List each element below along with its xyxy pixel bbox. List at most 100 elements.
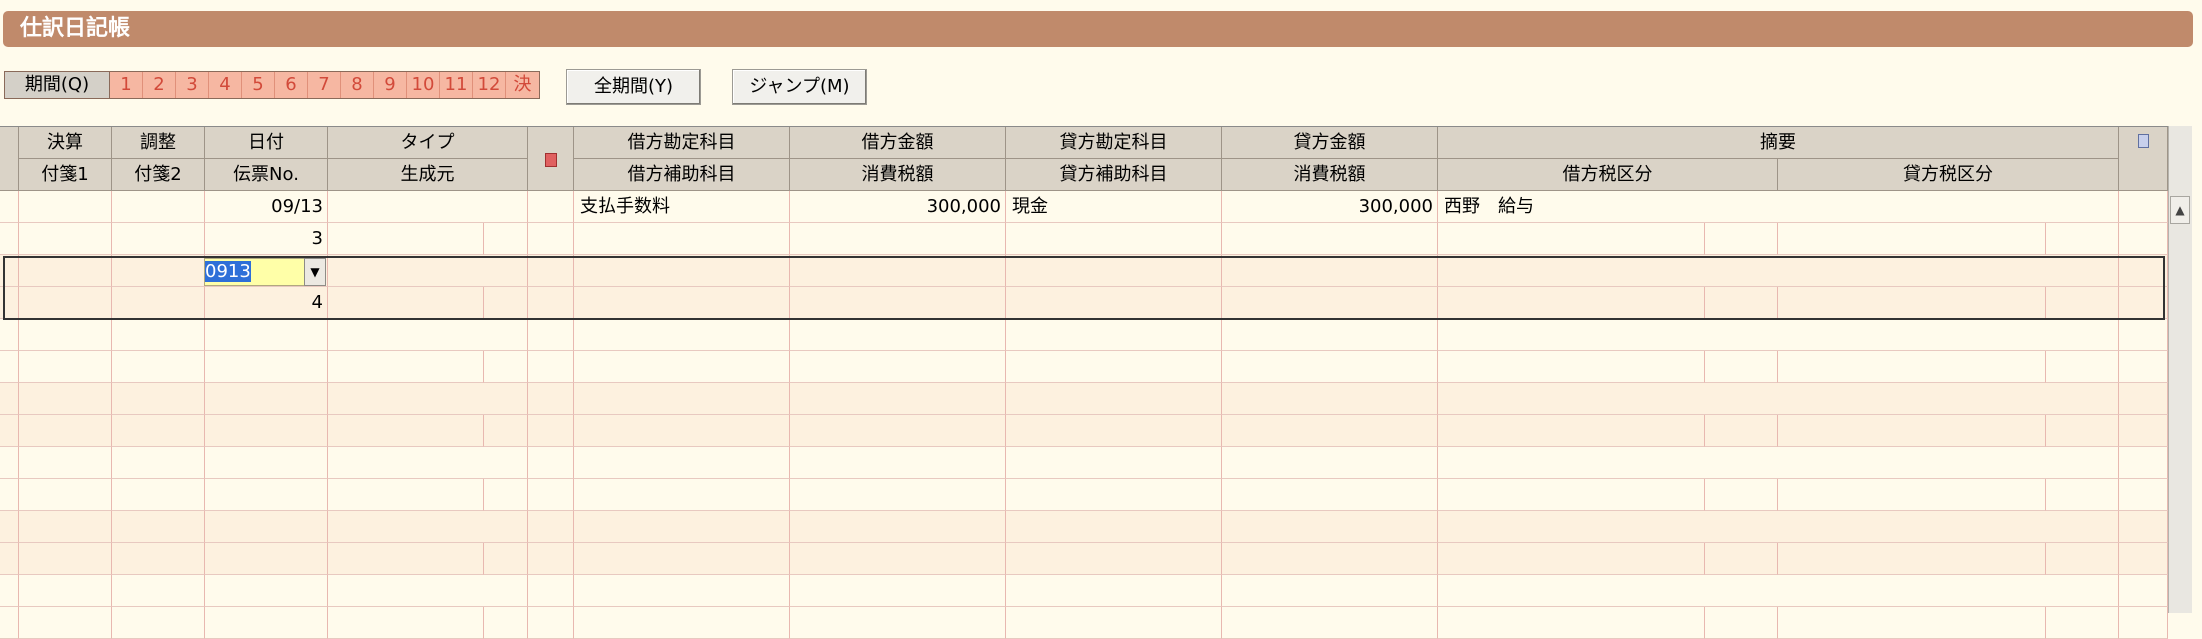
- row-header[interactable]: [0, 543, 19, 575]
- grid-cell[interactable]: [1222, 575, 1438, 607]
- grid-cell[interactable]: [112, 319, 205, 351]
- grid-cell[interactable]: [528, 223, 574, 255]
- grid-cell[interactable]: [2119, 255, 2168, 287]
- grid-cell[interactable]: [790, 447, 1006, 479]
- grid-cell[interactable]: [574, 415, 790, 447]
- grid-cell[interactable]: [2046, 607, 2119, 639]
- grid-cell[interactable]: [1705, 223, 1778, 255]
- grid-cell[interactable]: [1438, 479, 1705, 511]
- row-header[interactable]: [0, 351, 19, 383]
- grid-cell[interactable]: [1438, 447, 2119, 479]
- grid-cell[interactable]: [574, 383, 790, 415]
- grid-cell[interactable]: [574, 511, 790, 543]
- grid-cell[interactable]: [205, 319, 328, 351]
- grid-cell[interactable]: [1222, 511, 1438, 543]
- grid-cell[interactable]: [2119, 479, 2168, 511]
- grid-cell[interactable]: [2046, 351, 2119, 383]
- entry-voucher-no[interactable]: 3: [205, 223, 328, 255]
- grid-cell[interactable]: [1778, 415, 2046, 447]
- grid-cell[interactable]: [205, 543, 328, 575]
- grid-cell[interactable]: [2046, 223, 2119, 255]
- grid-cell[interactable]: [1438, 415, 1705, 447]
- row-header[interactable]: [0, 383, 19, 415]
- period-label-button[interactable]: 期間(Q): [5, 72, 110, 98]
- grid-cell[interactable]: [2046, 479, 2119, 511]
- period-month-2[interactable]: 2: [143, 72, 176, 98]
- grid-cell[interactable]: [790, 287, 1006, 319]
- grid-cell[interactable]: [1778, 479, 2046, 511]
- grid-cell[interactable]: [1778, 607, 2046, 639]
- grid-cell[interactable]: [205, 607, 328, 639]
- row-header[interactable]: [0, 511, 19, 543]
- grid-cell[interactable]: [1438, 543, 1705, 575]
- grid-cell[interactable]: [19, 479, 112, 511]
- grid-cell[interactable]: [112, 543, 205, 575]
- entry-date[interactable]: 09/13: [205, 191, 328, 223]
- grid-cell[interactable]: [574, 223, 790, 255]
- grid-cell[interactable]: [1006, 255, 1222, 287]
- entry-credit-amount[interactable]: 300,000: [1222, 191, 1438, 223]
- row-header[interactable]: [0, 255, 19, 287]
- row-header[interactable]: [0, 447, 19, 479]
- grid-cell[interactable]: [1438, 575, 2119, 607]
- grid-cell[interactable]: [328, 255, 528, 287]
- period-month-1[interactable]: 1: [110, 72, 143, 98]
- grid-cell[interactable]: [1438, 511, 2119, 543]
- grid-cell[interactable]: [2119, 319, 2168, 351]
- grid-cell[interactable]: [1222, 415, 1438, 447]
- grid-cell[interactable]: [205, 479, 328, 511]
- grid-cell[interactable]: [2119, 223, 2168, 255]
- grid-cell[interactable]: [574, 255, 790, 287]
- grid-cell[interactable]: [328, 319, 528, 351]
- grid-cell[interactable]: [1705, 607, 1778, 639]
- grid-cell[interactable]: [484, 415, 528, 447]
- row-header[interactable]: [0, 607, 19, 639]
- grid-cell[interactable]: [1705, 479, 1778, 511]
- period-month-3[interactable]: 3: [176, 72, 209, 98]
- grid-cell[interactable]: [528, 607, 574, 639]
- grid-cell[interactable]: [574, 287, 790, 319]
- grid-cell[interactable]: [1438, 319, 2119, 351]
- grid-cell[interactable]: [2119, 575, 2168, 607]
- grid-cell[interactable]: [328, 287, 484, 319]
- grid-cell[interactable]: [1438, 255, 2119, 287]
- grid-cell[interactable]: [328, 383, 528, 415]
- grid-cell[interactable]: [2119, 607, 2168, 639]
- grid-cell[interactable]: [484, 351, 528, 383]
- grid-cell[interactable]: [2119, 415, 2168, 447]
- grid-cell[interactable]: [19, 543, 112, 575]
- grid-cell[interactable]: [1006, 351, 1222, 383]
- row-header[interactable]: [0, 415, 19, 447]
- entry-credit-account[interactable]: 現金: [1006, 191, 1222, 223]
- grid-cell[interactable]: [1438, 607, 1705, 639]
- grid-cell[interactable]: [1222, 255, 1438, 287]
- grid-cell[interactable]: [1705, 287, 1778, 319]
- row-header[interactable]: [0, 319, 19, 351]
- grid-cell[interactable]: [328, 607, 484, 639]
- grid-cell[interactable]: [1705, 351, 1778, 383]
- grid-cell[interactable]: [1222, 543, 1438, 575]
- grid-cell[interactable]: [528, 319, 574, 351]
- grid-cell[interactable]: [112, 447, 205, 479]
- grid-cell[interactable]: [1438, 223, 1705, 255]
- grid-cell[interactable]: [328, 479, 484, 511]
- grid-cell[interactable]: [2119, 287, 2168, 319]
- grid-cell[interactable]: [19, 351, 112, 383]
- grid-cell[interactable]: [528, 575, 574, 607]
- grid-cell[interactable]: [112, 255, 205, 287]
- grid-cell[interactable]: [1006, 319, 1222, 351]
- grid-cell[interactable]: [112, 351, 205, 383]
- grid-cell[interactable]: [1222, 447, 1438, 479]
- grid-cell[interactable]: [1006, 607, 1222, 639]
- grid-cell[interactable]: [1705, 543, 1778, 575]
- grid-cell[interactable]: [1222, 287, 1438, 319]
- grid-cell[interactable]: [1705, 415, 1778, 447]
- grid-cell[interactable]: [528, 191, 574, 223]
- entry-debit-account[interactable]: 支払手数料: [574, 191, 790, 223]
- grid-cell[interactable]: [2046, 543, 2119, 575]
- grid-cell[interactable]: [2046, 415, 2119, 447]
- grid-cell[interactable]: [528, 383, 574, 415]
- period-month-9[interactable]: 9: [374, 72, 407, 98]
- grid-cell[interactable]: [1778, 543, 2046, 575]
- period-month-11[interactable]: 11: [440, 72, 473, 98]
